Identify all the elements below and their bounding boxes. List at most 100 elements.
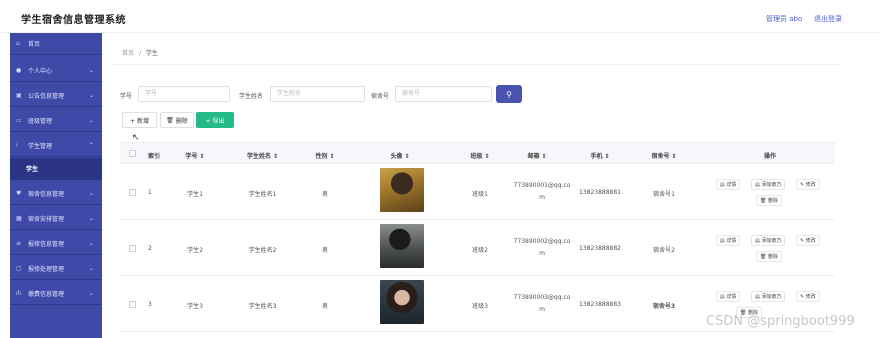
add-button[interactable]: + 新增 <box>122 112 157 128</box>
admin-label: 管理员 abo <box>766 15 803 23</box>
chevron-down-icon: ⌄ <box>88 265 94 272</box>
edit-label: 修改 <box>805 182 816 188</box>
chevron-down-icon: ⌄ <box>88 190 94 197</box>
cell-name: 学生姓名3 <box>248 303 277 310</box>
row-delete-button[interactable]: 🗑 删除 <box>756 195 782 206</box>
student-icon: ⁞ <box>16 142 18 149</box>
cell-name: 学生姓名1 <box>248 191 277 198</box>
fee-icon: ılı <box>16 290 22 297</box>
dorm-no-label: 宿舍号 <box>371 93 390 100</box>
add-score-button[interactable]: ▤ 添加南方 <box>751 235 786 246</box>
app-title: 学生宿舍信息管理系统 <box>21 15 126 26</box>
cell-class: 班级1 <box>472 191 488 198</box>
cell-index: 2 <box>148 245 152 252</box>
col-avatar[interactable]: 头像 ⇕ <box>375 151 425 160</box>
cell-gender: 男 <box>321 191 328 198</box>
sidebar-item-student[interactable]: ⁞ 学生管理 ⌃ <box>10 135 102 157</box>
cell-class: 班级2 <box>472 247 488 254</box>
sidebar-item-arrange[interactable]: ▦ 宿舍安排管理 ⌄ <box>10 208 102 230</box>
edit-label: 修改 <box>805 294 816 300</box>
cell-no: 学生2 <box>187 247 203 254</box>
cell-gender: 男 <box>321 247 328 254</box>
chevron-up-icon: ⌃ <box>88 142 94 149</box>
table-header: 索引 学号 ⇕ 学生姓名 ⇕ 性别 ⇕ 头像 ⇕ 班级 ⇕ 邮箱 ⇕ 手机 ⇕ … <box>120 142 835 164</box>
watermark: CSDN @springboot999 <box>706 314 855 329</box>
student-no-input[interactable]: 学号 <box>138 86 230 102</box>
search-button[interactable]: ⚲ <box>496 85 522 103</box>
detail-button[interactable]: ▤ 详情 <box>716 235 741 246</box>
process-icon: ▢ <box>16 265 22 272</box>
edit-button[interactable]: ✎ 修改 <box>796 235 820 246</box>
table-row: 1 学生1 学生姓名1 男 班级1 773890001@qq.com 13823… <box>120 164 835 220</box>
student-name-input[interactable]: 学生姓名 <box>270 86 365 102</box>
breadcrumb: 首页 / 学生 <box>112 43 842 65</box>
sidebar: ⌂ 首页 ● 个人中心 ⌄ ▣ 公告信息管理 ⌄ ▭ 班级管理 ⌄ ⁞ 学生管理 ⌃ 学生 ♥ 宿舍… <box>10 33 102 338</box>
sidebar-item-repair[interactable]: ≡ 报修信息管理 ⌄ <box>10 233 102 255</box>
add-score-button[interactable]: ▤ 添加南方 <box>751 179 786 190</box>
header-checkbox[interactable] <box>129 150 136 157</box>
sidebar-item-notice[interactable]: ▣ 公告信息管理 ⌄ <box>10 85 102 107</box>
col-gender[interactable]: 性别 ⇕ <box>300 151 350 160</box>
sidebar-item-label: 首页 <box>28 41 41 48</box>
cell-email: 773890002@qq.com <box>513 238 571 257</box>
delete-button[interactable]: 🗑 删除 <box>160 112 194 128</box>
top-bar: 学生宿舍信息管理系统 管理员 abo 退出登录 <box>0 0 880 33</box>
col-name[interactable]: 学生姓名 ⇕ <box>230 151 295 160</box>
row-checkbox[interactable] <box>129 189 136 196</box>
export-button[interactable]: + 导出 <box>196 112 234 128</box>
trash-icon: 🗑 <box>760 254 768 260</box>
sidebar-item-label: 宿舍信息管理 <box>28 191 65 198</box>
col-class[interactable]: 班级 ⇕ <box>455 151 505 160</box>
edit-button[interactable]: ✎ 修改 <box>796 291 820 302</box>
chevron-down-icon: ⌄ <box>88 240 94 247</box>
sidebar-item-home[interactable]: ⌂ 首页 <box>10 33 102 55</box>
cell-no: 学生3 <box>187 303 203 310</box>
row-checkbox[interactable] <box>129 301 136 308</box>
chevron-down-icon: ⌄ <box>88 67 94 74</box>
chevron-down-icon: ⌄ <box>88 92 94 99</box>
home-icon: ⌂ <box>16 40 20 47</box>
row-delete-button[interactable]: 🗑 删除 <box>756 251 782 262</box>
avatar <box>380 168 424 212</box>
dorm-icon: ♥ <box>16 190 22 197</box>
student-no-label: 学号 <box>120 93 133 100</box>
sidebar-item-label: 个人中心 <box>28 68 53 75</box>
row-checkbox[interactable] <box>129 245 136 252</box>
add-score-label: 添加南方 <box>761 182 782 188</box>
repair-icon: ≡ <box>16 240 22 247</box>
search-bar: 学号 学号 学生姓名 学生姓名 宿舍号 宿舍号 ⚲ <box>120 85 540 103</box>
detail-label: 详情 <box>726 182 737 188</box>
sidebar-item-profile[interactable]: ● 个人中心 ⌄ <box>10 60 102 82</box>
col-no[interactable]: 学号 ⇕ <box>170 151 220 160</box>
cell-phone: 13823888883 <box>579 301 621 308</box>
trash-icon: 🗑 <box>166 116 174 124</box>
row-delete-label: 删除 <box>767 254 778 260</box>
sidebar-subitem-student[interactable]: 学生 <box>10 158 102 180</box>
detail-button[interactable]: ▤ 详情 <box>716 179 741 190</box>
dorm-no-input[interactable]: 宿舍号 <box>395 86 492 102</box>
col-phone[interactable]: 手机 ⇕ <box>575 151 625 160</box>
sidebar-item-dorm[interactable]: ♥ 宿舍信息管理 ⌄ <box>10 183 102 205</box>
chevron-down-icon: ⌄ <box>88 215 94 222</box>
cell-email: 773890003@qq.com <box>513 294 571 313</box>
col-dorm[interactable]: 宿舍号 ⇕ <box>639 151 689 160</box>
add-score-label: 添加南方 <box>761 238 782 244</box>
delete-label: 删除 <box>175 117 188 125</box>
sidebar-item-label: 学生管理 <box>28 143 53 150</box>
add-score-button[interactable]: ▤ 添加南方 <box>751 291 786 302</box>
avatar <box>380 224 424 268</box>
search-icon: ⚲ <box>506 89 512 99</box>
sidebar-item-process[interactable]: ▢ 报修处理管理 ⌄ <box>10 258 102 280</box>
col-email[interactable]: 邮箱 ⇕ <box>512 151 562 160</box>
detail-button[interactable]: ▤ 详情 <box>716 291 741 302</box>
breadcrumb-home[interactable]: 首页 <box>122 50 134 57</box>
cell-no: 学生1 <box>187 191 203 198</box>
edit-button[interactable]: ✎ 修改 <box>796 179 820 190</box>
breadcrumb-current: 学生 <box>145 50 158 57</box>
sidebar-item-fee[interactable]: ılı 缴费信息管理 ⌄ <box>10 283 102 305</box>
sidebar-item-class[interactable]: ▭ 班级管理 ⌄ <box>10 110 102 132</box>
detail-label: 详情 <box>726 294 737 300</box>
logout-link[interactable]: 退出登录 <box>814 14 842 24</box>
breadcrumb-separator: / <box>138 50 141 57</box>
cell-name: 学生姓名2 <box>248 247 277 254</box>
